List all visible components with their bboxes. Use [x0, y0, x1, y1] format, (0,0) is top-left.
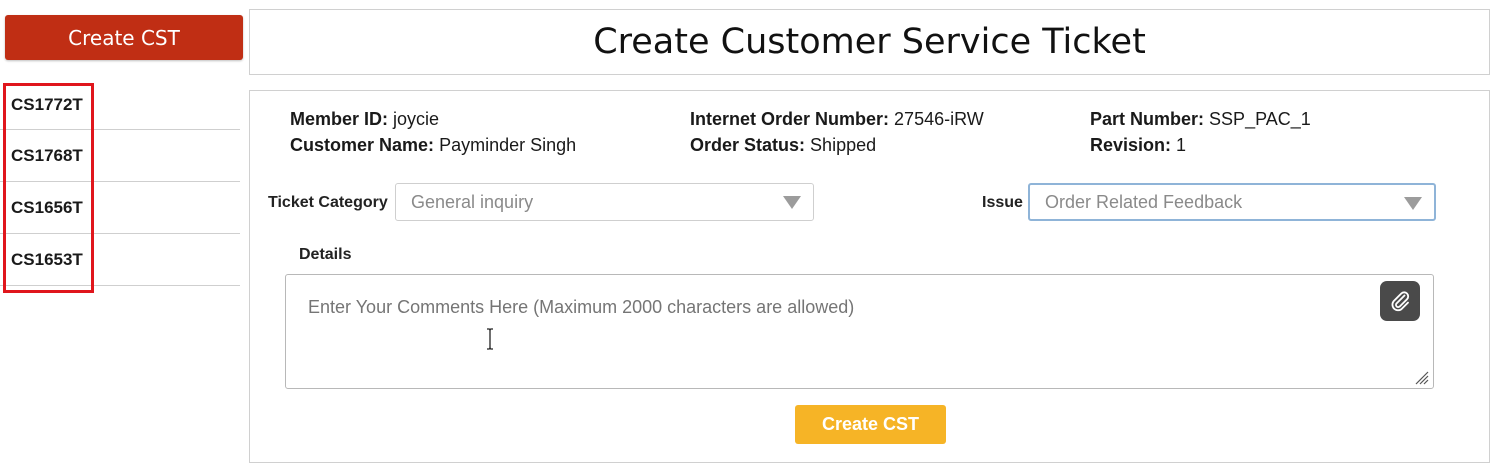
customer-name-label: Customer Name:	[290, 135, 435, 155]
details-textarea[interactable]	[285, 274, 1434, 389]
ticket-category-label: Ticket Category	[268, 194, 388, 211]
ticket-id: CS1768T	[11, 145, 83, 165]
ticket-list-item[interactable]: CS1772T	[0, 80, 240, 130]
paperclip-icon	[1391, 291, 1410, 312]
part-number-label: Part Number:	[1090, 109, 1205, 129]
ticket-list-item[interactable]: CS1768T	[0, 130, 240, 182]
details-label: Details	[299, 246, 352, 263]
ticket-form: Member ID: joycie Customer Name: Paymind…	[249, 90, 1490, 463]
title-panel: Create Customer Service Ticket	[249, 9, 1490, 75]
ticket-category-select[interactable]: General inquiry	[395, 183, 814, 221]
revision-value: 1	[1176, 135, 1187, 155]
create-cst-sidebar-button[interactable]: Create CST	[5, 15, 243, 60]
ticket-list-item[interactable]: CS1653T	[0, 234, 240, 286]
issue-label: Issue	[982, 194, 1023, 211]
part-info: Part Number: SSP_PAC_1 Revision: 1	[1090, 106, 1311, 158]
order-info: Internet Order Number: 27546-iRW Order S…	[690, 106, 984, 158]
caret-down-icon	[783, 196, 801, 209]
resize-grip-icon[interactable]	[1413, 369, 1429, 385]
issue-select[interactable]: Order Related Feedback	[1028, 183, 1436, 221]
ticket-id: CS1656T	[11, 197, 83, 217]
ticket-category-value: General inquiry	[411, 191, 534, 212]
ticket-id: CS1653T	[11, 249, 83, 269]
member-info: Member ID: joycie Customer Name: Paymind…	[290, 106, 576, 158]
create-cst-submit-button[interactable]: Create CST	[795, 405, 946, 444]
revision-label: Revision:	[1090, 135, 1172, 155]
internet-order-value: 27546-iRW	[894, 109, 984, 129]
ticket-id: CS1772T	[11, 94, 83, 114]
part-number-value: SSP_PAC_1	[1209, 109, 1311, 129]
issue-value: Order Related Feedback	[1045, 191, 1243, 212]
text-cursor-icon	[487, 328, 493, 350]
customer-name-value: Payminder Singh	[439, 135, 577, 155]
order-status-label: Order Status:	[690, 135, 806, 155]
page-title: Create Customer Service Ticket	[593, 22, 1146, 62]
attach-button[interactable]	[1380, 281, 1420, 321]
member-id-label: Member ID:	[290, 109, 389, 129]
caret-down-icon	[1404, 197, 1422, 210]
ticket-list: CS1772T CS1768T CS1656T CS1653T	[0, 80, 240, 286]
member-id-value: joycie	[393, 109, 440, 129]
ticket-list-item[interactable]: CS1656T	[0, 182, 240, 234]
order-status-value: Shipped	[810, 135, 877, 155]
internet-order-label: Internet Order Number:	[690, 109, 890, 129]
